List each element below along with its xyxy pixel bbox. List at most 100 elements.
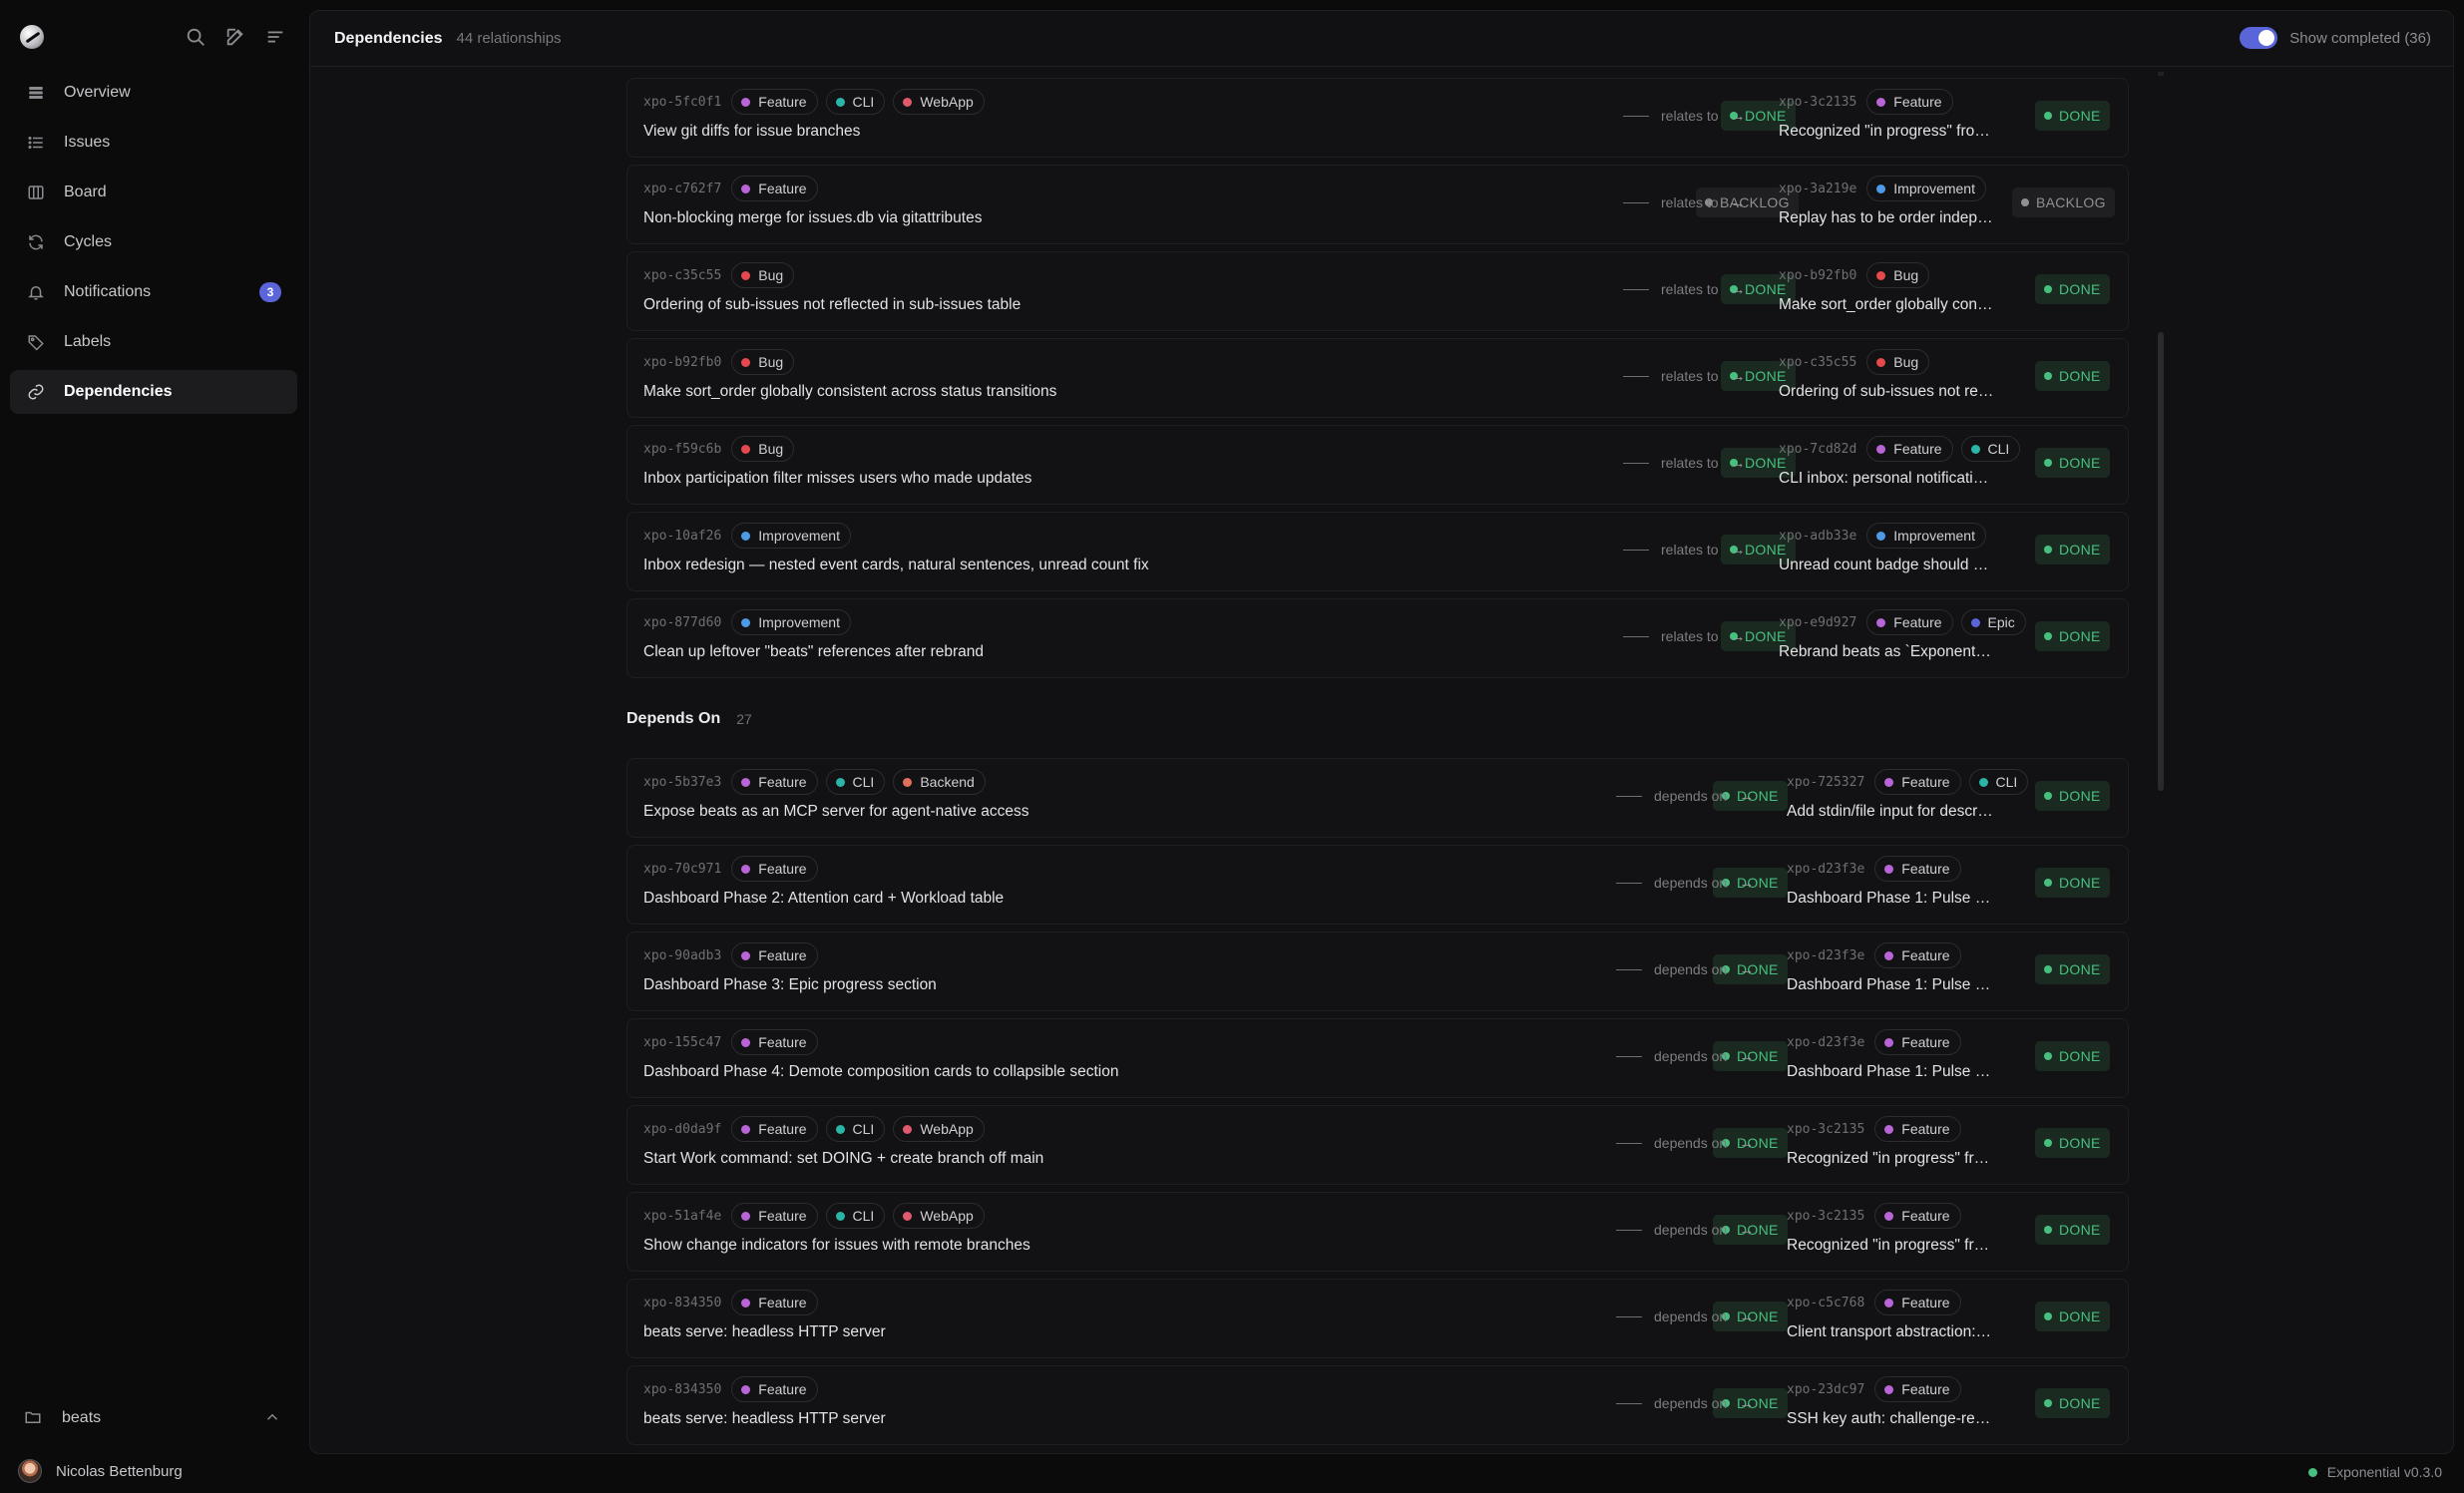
r-issue[interactable]: xpo-7cd82d Feature CLI CLI inbox: personal … bbox=[1779, 426, 2021, 506]
issue-id[interactable]: xpo-51af4e bbox=[643, 1209, 721, 1224]
issue-id[interactable]: xpo-d23f3e bbox=[1787, 862, 1864, 877]
dependency-row[interactable]: xpo-51af4e Feature CLI WebApp Show change in… bbox=[626, 1192, 2129, 1272]
r-issue[interactable]: xpo-c5c768 Feature Client transport abstra… bbox=[1787, 1280, 2004, 1359]
r-issue[interactable]: xpo-3c2135 Feature Recognized "in progress… bbox=[1787, 1193, 2004, 1273]
l-issue[interactable]: xpo-51af4e Feature CLI WebApp Show change in… bbox=[643, 1193, 1699, 1273]
issue-id[interactable]: xpo-3a219e bbox=[1779, 182, 1856, 196]
issue-title[interactable]: Make sort_order globally consistent acro… bbox=[1779, 296, 1994, 314]
issue-id[interactable]: xpo-b92fb0 bbox=[643, 355, 721, 370]
sidebar-item-notifications[interactable]: Notifications 3 bbox=[10, 270, 297, 314]
issue-title[interactable]: Dashboard Phase 2: Attention card + Work… bbox=[643, 890, 1004, 908]
issue-id[interactable]: xpo-23dc97 bbox=[1787, 1382, 1864, 1397]
label-tag[interactable]: CLI bbox=[825, 1203, 886, 1229]
r-issue[interactable]: xpo-adb33e Improvement Unread count badge … bbox=[1779, 513, 2004, 592]
issue-id[interactable]: xpo-3c2135 bbox=[1787, 1122, 1864, 1137]
l-issue[interactable]: xpo-834350 Feature beats serve: headless H… bbox=[643, 1280, 1699, 1359]
issue-title[interactable]: Inbox redesign — nested event cards, nat… bbox=[643, 557, 1149, 574]
r-issue[interactable]: xpo-d23f3e Feature Dashboard Phase 1: Puls… bbox=[1787, 933, 2004, 1012]
l-issue[interactable]: xpo-c762f7 Feature Non-blocking merge for … bbox=[643, 166, 1707, 245]
label-tag[interactable]: Bug bbox=[1866, 262, 1930, 288]
dependency-row[interactable]: xpo-5b37e3 Feature CLI Backend Expose beats … bbox=[626, 758, 2129, 838]
show-completed-toggle[interactable]: Show completed (36) bbox=[2240, 27, 2431, 49]
label-tag[interactable]: Improvement bbox=[1866, 523, 1986, 549]
label-tag[interactable]: Feature bbox=[731, 942, 818, 968]
scrollbar-thumb[interactable] bbox=[2158, 332, 2164, 791]
label-tag[interactable]: Improvement bbox=[731, 609, 851, 635]
issue-title[interactable]: Recognized "in progress" from existence … bbox=[1787, 1237, 1994, 1255]
issue-id[interactable]: xpo-70c971 bbox=[643, 862, 721, 877]
issue-id[interactable]: xpo-c35c55 bbox=[643, 268, 721, 283]
label-tag[interactable]: Feature bbox=[1866, 436, 1953, 462]
r-issue[interactable]: xpo-e9d927 Feature Epic Rebrand beats as `E… bbox=[1779, 599, 2026, 679]
issue-title[interactable]: CLI inbox: personal notification feed bbox=[1779, 470, 1994, 488]
sidebar-item-issues[interactable]: Issues bbox=[10, 121, 297, 165]
issue-id[interactable]: xpo-725327 bbox=[1787, 775, 1864, 790]
label-tag[interactable]: Epic bbox=[1960, 609, 2026, 635]
user-profile[interactable]: Nicolas Bettenburg bbox=[18, 1456, 183, 1486]
issue-title[interactable]: Dashboard Phase 3: Epic progress section bbox=[643, 976, 937, 994]
label-tag[interactable]: Feature bbox=[731, 89, 818, 115]
workspace-switcher[interactable]: beats bbox=[10, 1398, 297, 1438]
label-tag[interactable]: WebApp bbox=[893, 1116, 985, 1142]
dependency-row[interactable]: xpo-d0da9f Feature CLI WebApp Start Work com… bbox=[626, 1105, 2129, 1185]
issue-title[interactable]: beats serve: headless HTTP server bbox=[643, 1323, 886, 1341]
issue-id[interactable]: xpo-f59c6b bbox=[643, 442, 721, 457]
issue-id[interactable]: xpo-5fc0f1 bbox=[643, 95, 721, 110]
issue-title[interactable]: Recognized "in progress" from existence … bbox=[1787, 1150, 1994, 1168]
r-issue[interactable]: xpo-d23f3e Feature Dashboard Phase 1: Puls… bbox=[1787, 1019, 2004, 1099]
dependency-row[interactable]: xpo-b92fb0 Bug Make sort_order globally co… bbox=[626, 338, 2129, 418]
issue-id[interactable]: xpo-7cd82d bbox=[1779, 442, 1856, 457]
r-issue[interactable]: xpo-c35c55 Bug Ordering of sub-issues not … bbox=[1779, 339, 2004, 419]
sidebar-item-board[interactable]: Board bbox=[10, 171, 297, 214]
label-tag[interactable]: Backend bbox=[893, 769, 986, 795]
issue-title[interactable]: Make sort_order globally consistent acro… bbox=[643, 383, 1056, 401]
toggle-switch[interactable] bbox=[2240, 27, 2278, 49]
issue-id[interactable]: xpo-d0da9f bbox=[643, 1122, 721, 1137]
dependency-row[interactable]: xpo-90adb3 Feature Dashboard Phase 3: Epic… bbox=[626, 932, 2129, 1011]
label-tag[interactable]: Feature bbox=[1874, 1376, 1961, 1402]
issue-title[interactable]: Show change indicators for issues with r… bbox=[643, 1237, 1030, 1255]
issue-title[interactable]: Clean up leftover "beats" references aft… bbox=[643, 643, 984, 661]
l-issue[interactable]: xpo-5b37e3 Feature CLI Backend Expose beats … bbox=[643, 759, 1699, 839]
l-issue[interactable]: xpo-f59c6b Bug Inbox participation filter … bbox=[643, 426, 1707, 506]
label-tag[interactable]: Feature bbox=[731, 176, 818, 201]
label-tag[interactable]: WebApp bbox=[893, 1203, 985, 1229]
menu-icon[interactable] bbox=[264, 26, 288, 50]
sidebar-item-cycles[interactable]: Cycles bbox=[10, 220, 297, 264]
issue-title[interactable]: Add stdin/file input for description and… bbox=[1787, 803, 1994, 821]
label-tag[interactable]: Feature bbox=[731, 1290, 818, 1315]
issue-title[interactable]: SSH key auth: challenge-response and JWT… bbox=[1787, 1410, 1994, 1428]
issue-title[interactable]: Unread count badge should count issues m… bbox=[1779, 557, 1994, 574]
label-tag[interactable]: CLI bbox=[825, 1116, 886, 1142]
issue-title[interactable]: Dashboard Phase 1: Pulse row (velocity, … bbox=[1787, 976, 1994, 994]
l-issue[interactable]: xpo-c35c55 Bug Ordering of sub-issues not … bbox=[643, 252, 1707, 332]
label-tag[interactable]: Feature bbox=[731, 856, 818, 882]
l-issue[interactable]: xpo-70c971 Feature Dashboard Phase 2: Atte… bbox=[643, 846, 1699, 926]
issue-id[interactable]: xpo-d23f3e bbox=[1787, 1035, 1864, 1050]
issue-title[interactable]: Dashboard Phase 1: Pulse row (velocity, … bbox=[1787, 890, 1994, 908]
r-issue[interactable]: xpo-3a219e Improvement Replay has to be or… bbox=[1779, 166, 2004, 245]
l-issue[interactable]: xpo-834350 Feature beats serve: headless H… bbox=[643, 1366, 1699, 1446]
issue-id[interactable]: xpo-834350 bbox=[643, 1382, 721, 1397]
compose-icon[interactable] bbox=[224, 26, 248, 50]
r-issue[interactable]: xpo-3c2135 Feature Recognized "in progress… bbox=[1779, 79, 2004, 159]
dependency-row[interactable]: xpo-834350 Feature beats serve: headless H… bbox=[626, 1279, 2129, 1358]
issue-title[interactable]: Rebrand beats as `Exponential` with `xpo… bbox=[1779, 643, 1994, 661]
label-tag[interactable]: Feature bbox=[731, 769, 818, 795]
dependency-row[interactable]: xpo-c762f7 Feature Non-blocking merge for … bbox=[626, 165, 2129, 244]
issue-title[interactable]: Replay has to be order independent bbox=[1779, 209, 1994, 227]
issue-title[interactable]: Dashboard Phase 4: Demote composition ca… bbox=[643, 1063, 1118, 1081]
dependency-row[interactable]: xpo-c35c55 Bug Ordering of sub-issues not … bbox=[626, 251, 2129, 331]
issue-id[interactable]: xpo-155c47 bbox=[643, 1035, 721, 1050]
l-issue[interactable]: xpo-90adb3 Feature Dashboard Phase 3: Epic… bbox=[643, 933, 1699, 1012]
label-tag[interactable]: Feature bbox=[1866, 609, 1953, 635]
issue-title[interactable]: Start Work command: set DOING + create b… bbox=[643, 1150, 1043, 1168]
issue-title[interactable]: View git diffs for issue branches bbox=[643, 123, 860, 141]
issue-id[interactable]: xpo-adb33e bbox=[1779, 529, 1856, 544]
dependency-row[interactable]: xpo-5fc0f1 Feature CLI WebApp View git diffs… bbox=[626, 78, 2129, 158]
r-issue[interactable]: xpo-d23f3e Feature Dashboard Phase 1: Puls… bbox=[1787, 846, 2004, 926]
label-tag[interactable]: CLI bbox=[1960, 436, 2021, 462]
label-tag[interactable]: Feature bbox=[1866, 89, 1953, 115]
label-tag[interactable]: Feature bbox=[1874, 1290, 1961, 1315]
issue-id[interactable]: xpo-5b37e3 bbox=[643, 775, 721, 790]
